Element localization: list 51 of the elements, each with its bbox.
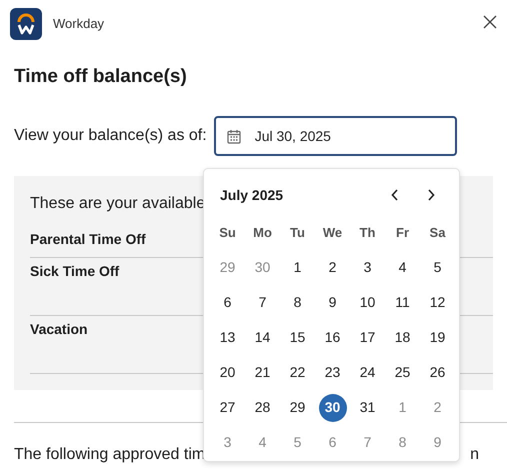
calendar-day[interactable]: 10 [354,288,382,316]
calendar-day[interactable]: 4 [388,254,416,282]
calendar-day[interactable]: 12 [424,288,452,316]
calendar-day[interactable]: 5 [424,254,452,282]
field-label: View your balance(s) as of: [14,126,207,146]
intro-text: These are your available [30,195,206,212]
calendar-day[interactable]: 20 [214,358,242,386]
calendar-day[interactable]: 1 [284,254,312,282]
weekday-label: Mo [253,224,272,242]
weekday-label: Su [219,224,236,242]
weekday-label: Sa [430,224,446,242]
calendar-day[interactable]: 16 [318,324,346,352]
calendar-day[interactable]: 31 [354,394,382,422]
app-name: Workday [53,14,104,33]
weekday-label: Th [360,224,376,242]
page-title: Time off balance(s) [14,65,188,89]
calendar-day[interactable]: 14 [248,324,276,352]
month-title: July 2025 [220,186,284,205]
balance-type: Vacation [30,320,88,339]
calendar-day[interactable]: 13 [214,324,242,352]
calendar-day[interactable]: 7 [248,288,276,316]
calendar-day[interactable]: 21 [248,358,276,386]
calendar-day[interactable]: 8 [284,288,312,316]
calendar-day[interactable]: 18 [388,324,416,352]
weekday-label: Tu [290,224,305,242]
balance-type: Sick Time Off [30,262,120,281]
calendar-day[interactable]: 17 [354,324,382,352]
close-icon[interactable] [483,14,497,28]
calendar-day[interactable]: 24 [354,358,382,386]
calendar-day[interactable]: 3 [354,254,382,282]
calendar-day[interactable]: 15 [284,324,312,352]
balance-type: Parental Time Off [30,230,146,249]
calendar-day[interactable]: 27 [214,394,242,422]
calendar-day[interactable]: 9 [318,288,346,316]
calendar-day[interactable]: 11 [388,288,416,316]
calendar-day[interactable]: 2 [318,254,346,282]
calendar-day[interactable]: 26 [424,358,452,386]
calendar-day[interactable]: 23 [318,358,346,386]
footer-text: n [470,445,479,465]
calendar-icon [226,128,241,144]
weekday-label: We [322,224,342,242]
calendar-day[interactable]: 6 [214,288,242,316]
weekday-label: Fr [396,224,409,242]
calendar-day[interactable]: 29 [284,394,312,422]
calendar-day[interactable]: 30 [318,394,346,422]
calendar-day[interactable]: 19 [424,324,452,352]
date-field[interactable]: Jul 30, 2025 [214,116,457,156]
calendar-day[interactable]: 28 [248,394,276,422]
workday-logo [10,8,42,40]
calendar-day[interactable]: 25 [388,358,416,386]
calendar-day[interactable]: 22 [284,358,312,386]
